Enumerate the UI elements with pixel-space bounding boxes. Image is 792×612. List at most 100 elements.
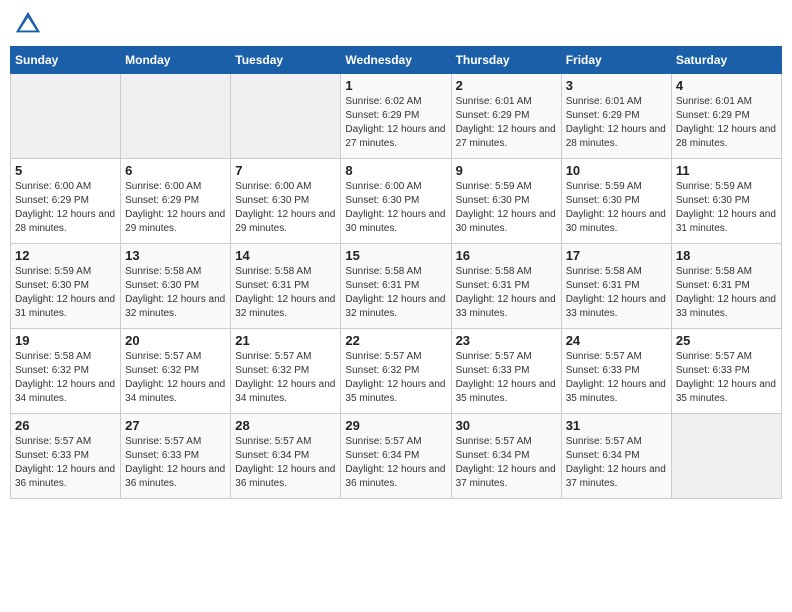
day-info: Sunrise: 5:58 AMSunset: 6:31 PMDaylight:… (235, 265, 336, 321)
calendar-cell: 21 Sunrise: 5:57 AMSunset: 6:32 PMDayligh… (231, 329, 341, 414)
day-info: Sunrise: 5:57 AMSunset: 6:34 PMDaylight:… (235, 435, 336, 491)
calendar-cell: 14 Sunrise: 5:58 AMSunset: 6:31 PMDayligh… (231, 244, 341, 329)
calendar-cell: 7Sunrise: 6:00 AMSunset: 6:30 PMDaylight… (231, 159, 341, 244)
calendar-cell: 8Sunrise: 6:00 AMSunset: 6:30 PMDaylight… (341, 159, 451, 244)
calendar-cell: 17 Sunrise: 5:58 AMSunset: 6:31 PMDayligh… (561, 244, 671, 329)
day-number: 27 (125, 418, 226, 433)
day-number: 15 (345, 248, 446, 263)
day-info: Sunrise: 5:57 AMSunset: 6:32 PMDaylight:… (235, 350, 336, 406)
logo-icon (14, 10, 42, 38)
day-number: 25 (676, 333, 777, 348)
calendar-cell: 31 Sunrise: 5:57 AMSunset: 6:34 PMDayligh… (561, 414, 671, 499)
calendar-cell: 13 Sunrise: 5:58 AMSunset: 6:30 PMDayligh… (121, 244, 231, 329)
calendar-cell: 29 Sunrise: 5:57 AMSunset: 6:34 PMDayligh… (341, 414, 451, 499)
day-number: 28 (235, 418, 336, 433)
col-header-monday: Monday (121, 47, 231, 74)
calendar-cell: 25 Sunrise: 5:57 AMSunset: 6:33 PMDayligh… (671, 329, 781, 414)
day-info: Sunrise: 5:58 AMSunset: 6:31 PMDaylight:… (566, 265, 667, 321)
day-info: Sunrise: 5:57 AMSunset: 6:33 PMDaylight:… (125, 435, 226, 491)
calendar-cell: 11 Sunrise: 5:59 AMSunset: 6:30 PMDayligh… (671, 159, 781, 244)
calendar-cell (671, 414, 781, 499)
calendar-cell: 19Sunrise: 5:58 AMSunset: 6:32 PMDayligh… (11, 329, 121, 414)
day-info: Sunrise: 6:01 AMSunset: 6:29 PMDaylight:… (676, 95, 777, 151)
calendar-cell: 1 Sunrise: 6:02 AMSunset: 6:29 PMDaylight… (341, 74, 451, 159)
calendar-cell: 16 Sunrise: 5:58 AMSunset: 6:31 PMDayligh… (451, 244, 561, 329)
week-row-3: 19Sunrise: 5:58 AMSunset: 6:32 PMDayligh… (11, 329, 782, 414)
calendar-cell: 9Sunrise: 5:59 AMSunset: 6:30 PMDaylight… (451, 159, 561, 244)
day-number: 30 (456, 418, 557, 433)
day-number: 22 (345, 333, 446, 348)
calendar-cell: 26 Sunrise: 5:57 AMSunset: 6:33 PMDayligh… (11, 414, 121, 499)
week-row-0: 1 Sunrise: 6:02 AMSunset: 6:29 PMDaylight… (11, 74, 782, 159)
calendar-cell: 27 Sunrise: 5:57 AMSunset: 6:33 PMDayligh… (121, 414, 231, 499)
day-number: 19 (15, 333, 116, 348)
day-number: 13 (125, 248, 226, 263)
calendar-cell: 24Sunrise: 5:57 AMSunset: 6:33 PMDayligh… (561, 329, 671, 414)
day-info: Sunrise: 5:57 AMSunset: 6:33 PMDaylight:… (15, 435, 116, 491)
calendar-cell: 30 Sunrise: 5:57 AMSunset: 6:34 PMDayligh… (451, 414, 561, 499)
day-number: 1 (345, 78, 446, 93)
day-info: Sunrise: 5:59 AMSunset: 6:30 PMDaylight:… (456, 180, 557, 236)
day-number: 31 (566, 418, 667, 433)
calendar-cell: 2 Sunrise: 6:01 AMSunset: 6:29 PMDaylight… (451, 74, 561, 159)
day-info: Sunrise: 5:58 AMSunset: 6:30 PMDaylight:… (125, 265, 226, 321)
calendar-cell: 20 Sunrise: 5:57 AMSunset: 6:32 PMDayligh… (121, 329, 231, 414)
calendar-cell: 22Sunrise: 5:57 AMSunset: 6:32 PMDayligh… (341, 329, 451, 414)
calendar-cell: 10 Sunrise: 5:59 AMSunset: 6:30 PMDayligh… (561, 159, 671, 244)
col-header-friday: Friday (561, 47, 671, 74)
col-header-saturday: Saturday (671, 47, 781, 74)
day-info: Sunrise: 5:59 AMSunset: 6:30 PMDaylight:… (566, 180, 667, 236)
day-info: Sunrise: 5:58 AMSunset: 6:31 PMDaylight:… (456, 265, 557, 321)
day-info: Sunrise: 5:57 AMSunset: 6:33 PMDaylight:… (676, 350, 777, 406)
day-number: 21 (235, 333, 336, 348)
calendar-cell (11, 74, 121, 159)
day-info: Sunrise: 5:59 AMSunset: 6:30 PMDaylight:… (676, 180, 777, 236)
day-number: 10 (566, 163, 667, 178)
day-info: Sunrise: 6:02 AMSunset: 6:29 PMDaylight:… (345, 95, 446, 151)
calendar-cell (231, 74, 341, 159)
day-info: Sunrise: 6:01 AMSunset: 6:29 PMDaylight:… (456, 95, 557, 151)
calendar-cell: 6 Sunrise: 6:00 AMSunset: 6:29 PMDaylight… (121, 159, 231, 244)
day-info: Sunrise: 6:00 AMSunset: 6:29 PMDaylight:… (125, 180, 226, 236)
day-number: 24 (566, 333, 667, 348)
calendar-cell: 3 Sunrise: 6:01 AMSunset: 6:29 PMDaylight… (561, 74, 671, 159)
col-header-wednesday: Wednesday (341, 47, 451, 74)
calendar-table: SundayMondayTuesdayWednesdayThursdayFrid… (10, 46, 782, 499)
calendar-cell: 5 Sunrise: 6:00 AMSunset: 6:29 PMDaylight… (11, 159, 121, 244)
calendar-cell: 23Sunrise: 5:57 AMSunset: 6:33 PMDayligh… (451, 329, 561, 414)
day-number: 14 (235, 248, 336, 263)
week-row-1: 5 Sunrise: 6:00 AMSunset: 6:29 PMDaylight… (11, 159, 782, 244)
day-info: Sunrise: 6:00 AMSunset: 6:30 PMDaylight:… (345, 180, 446, 236)
day-info: Sunrise: 5:57 AMSunset: 6:32 PMDaylight:… (125, 350, 226, 406)
week-row-2: 12Sunrise: 5:59 AMSunset: 6:30 PMDayligh… (11, 244, 782, 329)
day-number: 2 (456, 78, 557, 93)
calendar-cell: 4Sunrise: 6:01 AMSunset: 6:29 PMDaylight… (671, 74, 781, 159)
day-info: Sunrise: 5:58 AMSunset: 6:31 PMDaylight:… (345, 265, 446, 321)
day-number: 5 (15, 163, 116, 178)
day-info: Sunrise: 5:57 AMSunset: 6:34 PMDaylight:… (456, 435, 557, 491)
calendar-cell: 18Sunrise: 5:58 AMSunset: 6:31 PMDayligh… (671, 244, 781, 329)
calendar-cell (121, 74, 231, 159)
day-number: 7 (235, 163, 336, 178)
calendar-cell: 12Sunrise: 5:59 AMSunset: 6:30 PMDayligh… (11, 244, 121, 329)
week-row-4: 26 Sunrise: 5:57 AMSunset: 6:33 PMDayligh… (11, 414, 782, 499)
day-number: 26 (15, 418, 116, 433)
day-info: Sunrise: 5:57 AMSunset: 6:34 PMDaylight:… (566, 435, 667, 491)
day-number: 20 (125, 333, 226, 348)
day-number: 17 (566, 248, 667, 263)
day-info: Sunrise: 5:57 AMSunset: 6:34 PMDaylight:… (345, 435, 446, 491)
day-info: Sunrise: 5:58 AMSunset: 6:31 PMDaylight:… (676, 265, 777, 321)
day-number: 11 (676, 163, 777, 178)
day-number: 16 (456, 248, 557, 263)
col-header-sunday: Sunday (11, 47, 121, 74)
day-info: Sunrise: 6:00 AMSunset: 6:29 PMDaylight:… (15, 180, 116, 236)
day-number: 6 (125, 163, 226, 178)
col-header-thursday: Thursday (451, 47, 561, 74)
day-number: 3 (566, 78, 667, 93)
day-number: 12 (15, 248, 116, 263)
day-number: 29 (345, 418, 446, 433)
day-number: 23 (456, 333, 557, 348)
day-info: Sunrise: 6:01 AMSunset: 6:29 PMDaylight:… (566, 95, 667, 151)
header (10, 10, 782, 38)
col-header-tuesday: Tuesday (231, 47, 341, 74)
